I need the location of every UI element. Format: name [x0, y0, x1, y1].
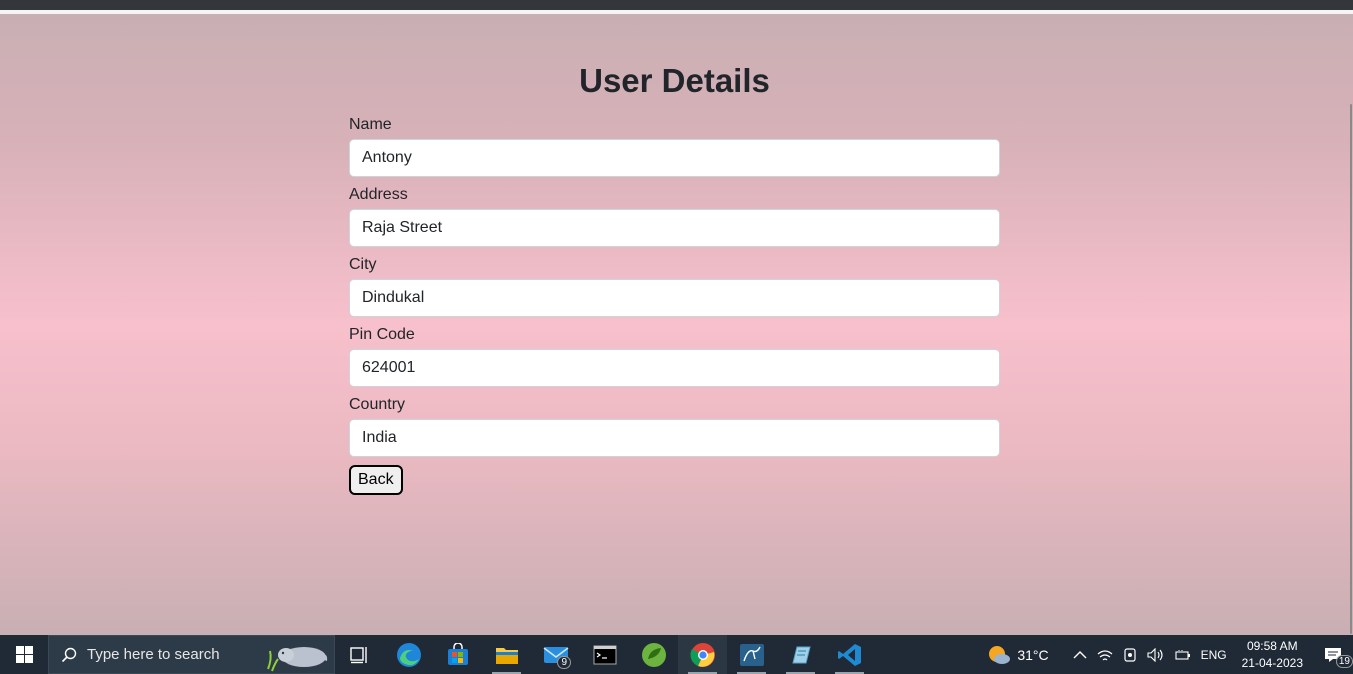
- name-field[interactable]: [349, 139, 1000, 177]
- weather-cloud-sun-icon: [989, 645, 1011, 664]
- clock-time: 09:58 AM: [1246, 638, 1298, 653]
- scrollbar-thumb[interactable]: [1350, 104, 1352, 634]
- address-label: Address: [349, 186, 408, 203]
- scrollbar[interactable]: [1349, 14, 1353, 635]
- country-field[interactable]: [349, 419, 1000, 457]
- windows-taskbar: Type here to search 9 31°C ENG 09:58 AM …: [0, 635, 1353, 674]
- battery-icon[interactable]: [1170, 635, 1196, 674]
- notifications-badge: 19: [1335, 655, 1353, 668]
- taskbar-search-box[interactable]: Type here to search: [48, 635, 335, 674]
- city-label: City: [349, 256, 377, 273]
- user-details-form: User Details Name Address City Pin Code …: [349, 14, 1000, 495]
- file-explorer-icon[interactable]: [482, 635, 531, 674]
- network-icon[interactable]: [1092, 635, 1118, 674]
- manatee-illustration-icon: [267, 647, 328, 672]
- start-button[interactable]: [0, 635, 48, 674]
- search-icon: [61, 647, 77, 662]
- pin-code-label: Pin Code: [349, 326, 415, 343]
- chevron-up-icon[interactable]: [1068, 635, 1092, 674]
- chrome-browser-icon[interactable]: [678, 635, 727, 674]
- system-tray: 31°C ENG 09:58 AM 21-04-2023 19: [982, 635, 1353, 674]
- edge-browser-icon[interactable]: [384, 635, 433, 674]
- windows-logo-icon: [15, 646, 33, 663]
- notepad-icon[interactable]: [776, 635, 825, 674]
- mail-icon[interactable]: 9: [531, 635, 580, 674]
- address-field[interactable]: [349, 209, 1000, 247]
- microsoft-store-icon[interactable]: [433, 635, 482, 674]
- weather-widget[interactable]: 31°C: [982, 635, 1053, 674]
- clock-date: 21-04-2023: [1241, 655, 1303, 670]
- name-label: Name: [349, 116, 392, 133]
- meet-now-icon[interactable]: [1118, 635, 1142, 674]
- clock[interactable]: 09:58 AM 21-04-2023: [1232, 635, 1313, 674]
- back-button[interactable]: Back: [349, 465, 403, 495]
- weather-temperature: 31°C: [1017, 646, 1049, 663]
- country-label: Country: [349, 396, 406, 413]
- volume-icon[interactable]: [1142, 635, 1170, 674]
- city-field[interactable]: [349, 279, 1000, 317]
- page-title: User Details: [579, 62, 770, 99]
- notifications-icon[interactable]: 19: [1313, 635, 1353, 674]
- terminal-icon[interactable]: [580, 635, 629, 674]
- mysql-workbench-icon[interactable]: [727, 635, 776, 674]
- language-indicator[interactable]: ENG: [1196, 635, 1232, 674]
- search-placeholder: Type here to search: [87, 646, 220, 663]
- vscode-icon[interactable]: [825, 635, 874, 674]
- spring-tool-icon[interactable]: [629, 635, 678, 674]
- pin-code-field[interactable]: [349, 349, 1000, 387]
- task-view-icon[interactable]: [335, 635, 384, 674]
- mail-badge: 9: [557, 656, 571, 669]
- browser-top-bar: [0, 0, 1353, 10]
